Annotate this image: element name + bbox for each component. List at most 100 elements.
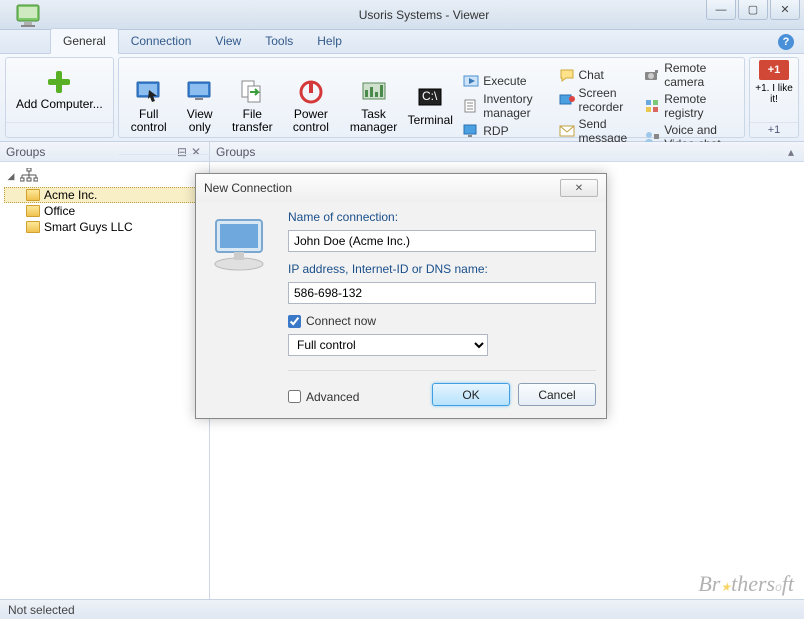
power-icon <box>297 78 325 106</box>
view-only-label: View only <box>181 108 219 134</box>
execute-label: Execute <box>483 74 526 88</box>
file-transfer-icon <box>238 78 266 106</box>
inventory-label: Inventory manager <box>483 92 542 120</box>
terminal-label: Terminal <box>408 114 453 127</box>
view-only-button[interactable]: View only <box>175 76 225 136</box>
ribbon-group-plusone: +1 +1. I like it! +1 <box>749 57 799 138</box>
full-control-label: Full control <box>129 108 169 134</box>
tab-tools[interactable]: Tools <box>253 29 305 53</box>
network-icon <box>20 168 38 185</box>
close-button[interactable]: ✕ <box>770 0 800 20</box>
folder-icon <box>26 189 40 201</box>
ribbon-caption-empty <box>6 122 113 137</box>
remote-registry-button[interactable]: Remote registry <box>640 91 736 121</box>
connection-mode-select[interactable]: Full control <box>288 334 488 356</box>
remote-camera-label: Remote camera <box>664 61 732 89</box>
terminal-icon: C:\ <box>416 84 444 112</box>
tab-view[interactable]: View <box>203 29 253 53</box>
connection-name-input[interactable] <box>288 230 596 252</box>
ip-address-input[interactable] <box>288 282 596 304</box>
chat-icon <box>559 67 575 83</box>
execute-icon <box>463 73 479 89</box>
envelope-icon <box>559 123 575 139</box>
rdp-icon <box>463 123 479 139</box>
folder-icon <box>26 221 40 233</box>
monitor-icon <box>186 78 214 106</box>
tree-item-label: Acme Inc. <box>44 188 97 202</box>
rdp-button[interactable]: RDP <box>459 122 546 140</box>
advanced-checkbox[interactable]: Advanced <box>288 390 359 404</box>
tab-bar: General Connection View Tools Help ? <box>0 30 804 54</box>
dialog-separator <box>288 370 596 371</box>
execute-button[interactable]: Execute <box>459 72 546 90</box>
titlebar: Usoris Systems - Viewer — ▢ ✕ <box>0 0 804 30</box>
remote-registry-label: Remote registry <box>664 92 732 120</box>
tree-root[interactable]: ◢ <box>4 166 205 187</box>
ribbon-group-connection: Full control View only File transfer Pow… <box>118 57 745 138</box>
cancel-button[interactable]: Cancel <box>518 383 596 406</box>
name-label: Name of connection: <box>288 210 596 224</box>
right-panel-title: Groups <box>216 145 255 159</box>
chat-button[interactable]: Chat <box>555 66 633 84</box>
power-control-label: Power control <box>286 108 336 134</box>
new-connection-dialog: New Connection ✕ Name of connection: IP … <box>195 173 607 419</box>
dialog-close-button[interactable]: ✕ <box>560 179 598 197</box>
power-control-button[interactable]: Power control <box>280 76 342 136</box>
tree-item-label: Smart Guys LLC <box>44 220 133 234</box>
inventory-manager-button[interactable]: Inventory manager <box>459 91 546 121</box>
task-manager-icon <box>360 78 388 106</box>
collapse-icon[interactable]: ◢ <box>6 172 16 182</box>
screen-recorder-button[interactable]: Screen recorder <box>555 85 633 115</box>
dialog-titlebar[interactable]: New Connection ✕ <box>196 174 606 202</box>
tree-item-label: Office <box>44 204 75 218</box>
chevron-up-icon[interactable]: ▴ <box>784 145 798 159</box>
connect-now-checkbox[interactable]: Connect now <box>288 314 596 328</box>
tab-general[interactable]: General <box>50 28 119 54</box>
dialog-title-text: New Connection <box>204 181 292 195</box>
chat-label: Chat <box>579 68 604 82</box>
advanced-input[interactable] <box>288 390 301 403</box>
screen-recorder-icon <box>559 92 575 108</box>
ok-button[interactable]: OK <box>432 383 510 406</box>
tab-help[interactable]: Help <box>305 29 354 53</box>
inventory-icon <box>463 98 479 114</box>
file-transfer-button[interactable]: File transfer <box>225 76 280 136</box>
screen-recorder-label: Screen recorder <box>579 86 629 114</box>
remote-camera-button[interactable]: Remote camera <box>640 60 736 90</box>
left-panel-title: Groups <box>6 145 45 159</box>
add-computer-button[interactable]: Add Computer... <box>10 66 109 113</box>
window-controls: — ▢ ✕ <box>706 0 800 20</box>
groups-tree[interactable]: ◢ Acme Inc. Office Smart Guys LLC <box>0 162 209 599</box>
send-message-label: Send message <box>579 117 629 145</box>
svg-text:C:\: C:\ <box>422 89 438 103</box>
terminal-button[interactable]: C:\ Terminal <box>405 82 455 129</box>
advanced-label: Advanced <box>306 390 359 404</box>
maximize-button[interactable]: ▢ <box>738 0 768 20</box>
left-panel-groups: Groups ⊟ ✕ ◢ Acme Inc. Office Smart Guys… <box>0 142 210 599</box>
folder-icon <box>26 205 40 217</box>
rdp-label: RDP <box>483 124 508 138</box>
task-manager-label: Task manager <box>348 108 399 134</box>
ribbon-group-add: Add Computer... <box>5 57 114 138</box>
minimize-button[interactable]: — <box>706 0 736 20</box>
full-control-button[interactable]: Full control <box>123 76 175 136</box>
registry-icon <box>644 98 660 114</box>
connect-now-label: Connect now <box>306 314 376 328</box>
camera-icon <box>644 67 660 83</box>
status-bar: Not selected <box>0 599 804 619</box>
tree-item-office[interactable]: Office <box>4 203 205 219</box>
monitor-cursor-icon <box>135 78 163 106</box>
tab-connection[interactable]: Connection <box>119 29 204 53</box>
status-text: Not selected <box>8 603 75 617</box>
plus-one-caption: +1 <box>750 122 798 137</box>
tree-item-acme[interactable]: Acme Inc. <box>4 187 205 203</box>
help-icon[interactable]: ? <box>778 34 794 50</box>
ribbon: Add Computer... Full control View only F… <box>0 54 804 142</box>
task-manager-button[interactable]: Task manager <box>342 76 405 136</box>
app-icon <box>14 0 46 32</box>
tree-item-smartguys[interactable]: Smart Guys LLC <box>4 219 205 235</box>
connect-now-input[interactable] <box>288 315 301 328</box>
google-plus-button[interactable]: +1 <box>759 60 789 80</box>
right-panel-header: Groups ▴ <box>210 142 804 162</box>
plus-one-text: +1. I like it! <box>754 83 794 105</box>
